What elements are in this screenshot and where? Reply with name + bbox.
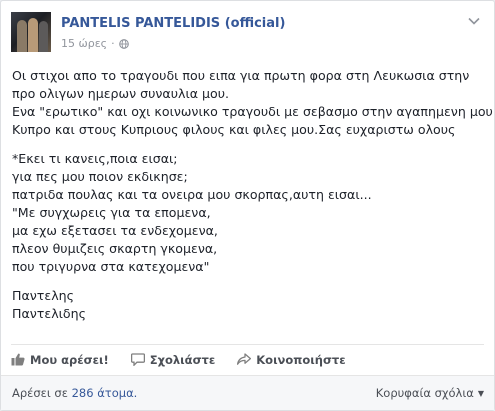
comment-button[interactable]: Σχολιάστε	[130, 345, 216, 371]
avatar-figure	[39, 21, 48, 52]
chevron-down-icon[interactable]	[467, 16, 481, 26]
page-name-link[interactable]: PANTELIS PANTELIDIS (official)	[61, 16, 285, 31]
post-line: Οι στιχοι απο το τραγουδι που ειπα για π…	[12, 68, 470, 83]
post-footer: Αρέσει σε 286 άτομα. Κορυφαία σχόλια ▼	[1, 375, 494, 410]
post-line: πλεον θυμιζεις σκαρτη γκομενα,	[12, 241, 218, 256]
post-actions: Μου αρέσει! Σχολιάστε Κοινοποιήστε	[11, 344, 484, 370]
post-line: πατριδα πουλας και τα ονειρα μου σκορπας…	[12, 187, 372, 202]
like-button[interactable]: Μου αρέσει!	[11, 345, 109, 371]
share-button[interactable]: Κοινοποιήστε	[237, 345, 346, 371]
post-line: "Με συγχωρεις για τα επομενα,	[12, 205, 211, 220]
post-body: Οι στιχοι απο το τραγουδι που ειπα για π…	[12, 67, 493, 334]
avatar-figure	[28, 18, 38, 52]
likes-summary: Αρέσει σε 286 άτομα.	[12, 386, 137, 400]
comment-icon	[130, 353, 145, 366]
thumbs-up-icon	[11, 353, 25, 366]
comment-sort-dropdown[interactable]: Κορυφαία σχόλια ▼	[376, 386, 484, 400]
post-line: *Εκει τι κανεις,ποια εισαι;	[12, 151, 178, 166]
likes-count-link[interactable]: 286 άτομα.	[72, 386, 138, 400]
post-header: PANTELIS PANTELIDIS (official) 15 ώρες ·	[11, 12, 481, 56]
like-label: Μου αρέσει!	[30, 352, 109, 367]
avatar-figure	[17, 20, 27, 52]
post-line: μα εχω εξετασει τα ενδεχομενα,	[12, 223, 218, 238]
post-timestamp[interactable]: 15 ώρες	[61, 37, 107, 50]
globe-icon[interactable]	[118, 38, 129, 49]
post-line: Ενα "ερωτικο" και οχι κοινωνικο τραγουδι…	[12, 104, 493, 119]
post-line: Παντελης	[12, 288, 75, 303]
page-avatar[interactable]	[11, 12, 51, 52]
post-line: Παντελιδης	[12, 306, 86, 321]
comment-label: Σχολιάστε	[149, 352, 216, 367]
post-paragraph: Οι στιχοι απο το τραγουδι που ειπα για π…	[12, 67, 493, 139]
caret-down-icon: ▼	[477, 388, 484, 398]
meta-separator: ·	[111, 37, 115, 50]
share-icon	[237, 353, 252, 365]
post-line: προ ολιγων ημερων συναυλια μου.	[12, 86, 230, 101]
post-meta: 15 ώρες ·	[61, 37, 129, 50]
likes-prefix: Αρέσει σε	[12, 386, 72, 400]
post-card: PANTELIS PANTELIDIS (official) 15 ώρες ·…	[0, 0, 495, 411]
post-line: για πες μου ποιον εκδικησε;	[12, 169, 188, 184]
post-paragraph: *Εκει τι κανεις,ποια εισαι; για πες μου …	[12, 150, 482, 276]
post-line: που τριγυρνα στα κατεχομενα"	[12, 259, 210, 274]
sort-label: Κορυφαία σχόλια	[375, 386, 474, 400]
post-line: Κυπρο και στους Κυπριους φιλους και φιλε…	[12, 122, 456, 137]
share-label: Κοινοποιήστε	[256, 352, 346, 367]
post-paragraph: Παντελης Παντελιδης	[12, 287, 482, 323]
